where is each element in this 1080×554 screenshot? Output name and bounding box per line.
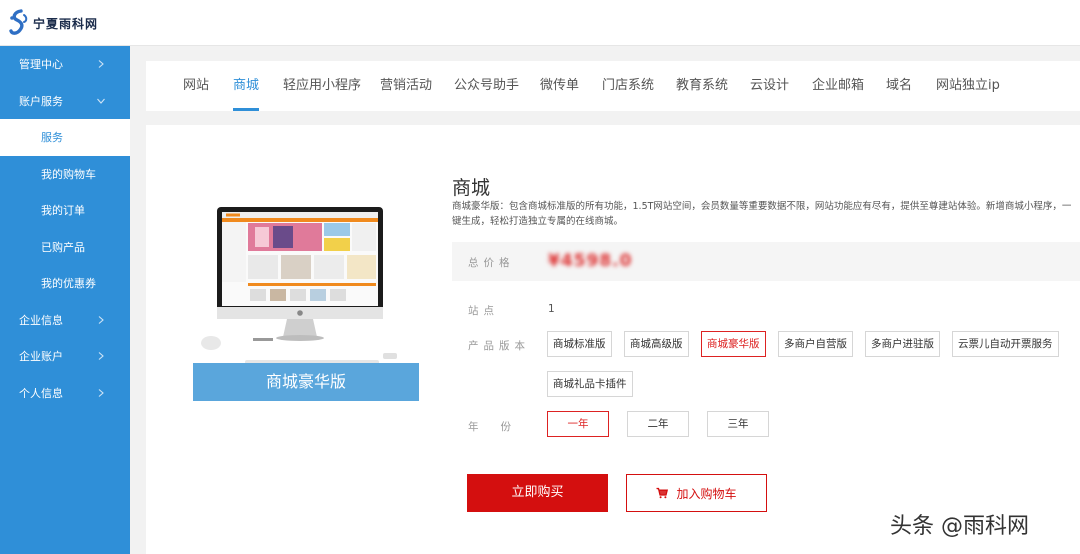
chevron-right-icon — [96, 388, 106, 398]
product-description: 商城豪华版：包含商城标准版的所有功能，1.5T网站空间，会员数量等重要数据不限，… — [452, 201, 1072, 227]
watermark: 头条 @雨科网 — [890, 514, 1029, 539]
sidebar-item-label: 账户服务 — [19, 94, 63, 108]
product-banner: 商城豪华版 — [193, 363, 419, 401]
sidebar-item-label: 个人信息 — [19, 386, 63, 400]
sidebar-item-label: 我的订单 — [41, 204, 85, 218]
year-option-1[interactable]: 一年 — [547, 411, 609, 437]
product-title: 商城 — [452, 177, 491, 199]
sidebar-item-label: 管理中心 — [19, 58, 63, 72]
version-option-multi-merchant[interactable]: 多商户进驻版 — [865, 331, 940, 357]
year-option-2[interactable]: 二年 — [627, 411, 689, 437]
sidebar-item-label: 我的优惠券 — [41, 277, 96, 291]
sidebar-item-purchased-products[interactable]: 已购产品 — [0, 229, 130, 266]
version-label: 产品版本 — [468, 340, 530, 352]
buy-now-button[interactable]: 立即购买 — [467, 474, 608, 512]
version-option-gift-card[interactable]: 商城礼品卡插件 — [547, 371, 633, 397]
version-option-auto-invoice[interactable]: 云票儿自动开票服务 — [952, 331, 1059, 357]
version-option-advanced[interactable]: 商城高级版 — [624, 331, 689, 357]
sites-value: 1 — [548, 303, 555, 315]
top-bar: 宁夏雨科网 — [0, 0, 1080, 46]
sidebar-item-label: 企业账户 — [19, 350, 63, 364]
tab-dedicated-ip[interactable]: 网站独立ip — [936, 61, 1000, 111]
sidebar-item-label: 服务 — [41, 131, 63, 145]
sidebar-item-label: 已购产品 — [41, 240, 85, 254]
tab-store-system[interactable]: 门店系统 — [602, 61, 654, 111]
tab-education-system[interactable]: 教育系统 — [676, 61, 728, 111]
price-row: 总价格 ¥4598.0 — [452, 242, 1080, 281]
tab-mini-program[interactable]: 轻应用小程序 — [283, 61, 361, 111]
tab-mall[interactable]: 商城 — [233, 61, 260, 111]
price-value: ¥4598.0 — [548, 251, 633, 271]
tab-marketing[interactable]: 营销活动 — [380, 61, 432, 111]
tab-wechat-assistant[interactable]: 公众号助手 — [454, 61, 519, 111]
sidebar-item-label: 企业信息 — [19, 313, 63, 327]
sidebar-item-services[interactable]: 服务 — [0, 119, 130, 156]
tab-website[interactable]: 网站 — [183, 61, 209, 111]
price-label: 总价格 — [468, 257, 515, 269]
tab-cloud-design[interactable]: 云设计 — [750, 61, 789, 111]
logo-icon — [9, 9, 28, 35]
chevron-down-icon — [96, 96, 106, 106]
product-tabs: 网站 商城 轻应用小程序 营销活动 公众号助手 微传单 门店系统 教育系统 云设… — [146, 61, 1080, 111]
sidebar-item-my-cart[interactable]: 我的购物车 — [0, 156, 130, 193]
sidebar-item-management-center[interactable]: 管理中心 — [0, 46, 130, 83]
product-detail: 商城豪华版 商城 商城豪华版：包含商城标准版的所有功能，1.5T网站空间，会员数… — [146, 125, 1080, 554]
chevron-right-icon — [96, 351, 106, 361]
logo-text: 宁夏雨科网 — [33, 16, 99, 31]
sidebar-item-my-coupons[interactable]: 我的优惠券 — [0, 265, 130, 302]
add-to-cart-button[interactable]: 加入购物车 — [626, 474, 767, 512]
sidebar-item-label: 我的购物车 — [41, 167, 96, 181]
sidebar-item-personal-info[interactable]: 个人信息 — [0, 375, 130, 412]
chevron-right-icon — [96, 59, 106, 69]
sidebar-item-company-info[interactable]: 企业信息 — [0, 302, 130, 339]
tab-domain[interactable]: 域名 — [886, 61, 912, 111]
version-option-multi-self[interactable]: 多商户自营版 — [778, 331, 853, 357]
version-option-standard[interactable]: 商城标准版 — [547, 331, 612, 357]
sidebar-item-my-orders[interactable]: 我的订单 — [0, 192, 130, 229]
sidebar: 管理中心 账户服务 服务 我的购物车 我的订单 已购产品 我的优惠券 企业信息 … — [0, 46, 130, 554]
add-to-cart-label: 加入购物车 — [676, 486, 737, 501]
sidebar-item-account-services[interactable]: 账户服务 — [0, 83, 130, 120]
sidebar-item-company-account[interactable]: 企业账户 — [0, 338, 130, 375]
version-option-deluxe[interactable]: 商城豪华版 — [701, 331, 766, 357]
year-option-3[interactable]: 三年 — [707, 411, 769, 437]
sites-label: 站点 — [468, 305, 499, 317]
years-label: 年份 — [468, 421, 533, 433]
tab-flyer[interactable]: 微传单 — [540, 61, 579, 111]
tab-company-email[interactable]: 企业邮箱 — [812, 61, 864, 111]
cart-icon — [656, 487, 669, 499]
logo[interactable]: 宁夏雨科网 — [8, 9, 98, 37]
chevron-right-icon — [96, 315, 106, 325]
